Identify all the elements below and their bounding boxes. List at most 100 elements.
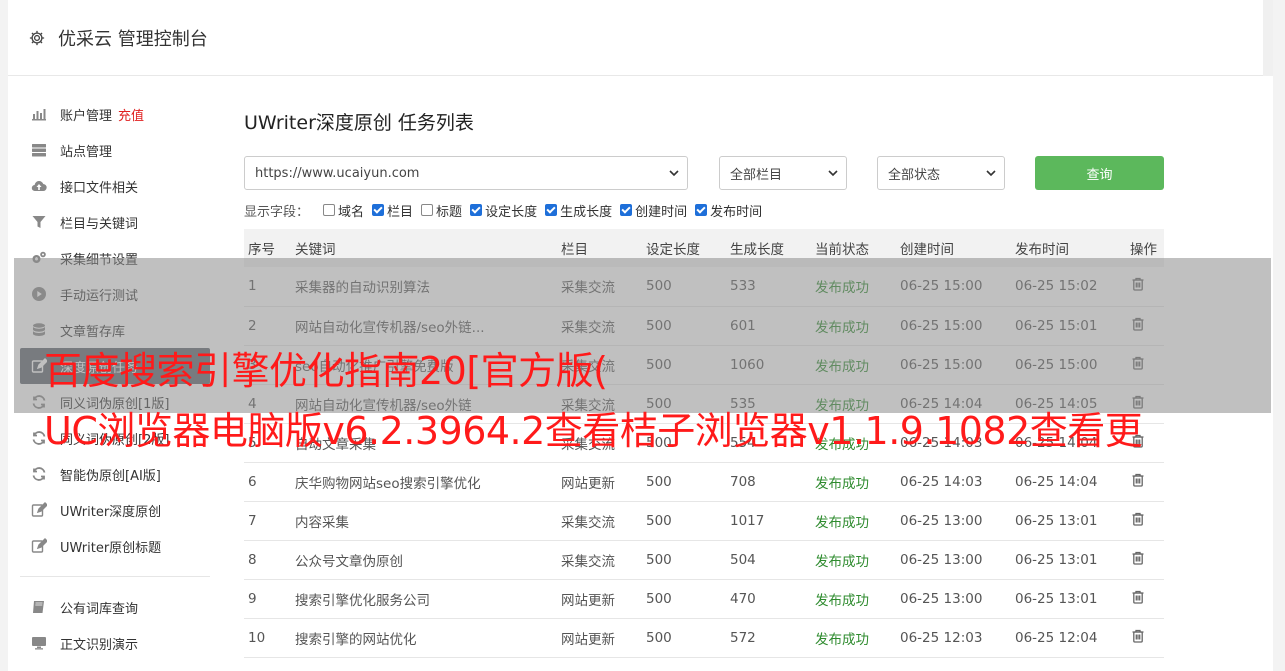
- trash-icon[interactable]: [1130, 589, 1146, 605]
- status-select[interactable]: 全部状态: [877, 156, 1005, 190]
- table-cell: 网站更新: [561, 592, 615, 609]
- display-fields-label: 显示字段：: [244, 204, 310, 220]
- site-select[interactable]: https://www.ucaiyun.com: [244, 156, 688, 190]
- field-checkbox-3[interactable]: 设定长度: [470, 201, 537, 220]
- checkbox-label: 生成长度: [560, 204, 613, 220]
- scrollbar[interactable]: [1263, 0, 1273, 76]
- server-icon: [30, 141, 48, 159]
- column-select[interactable]: 全部栏目: [719, 156, 847, 190]
- table-cell: 发布成功: [815, 553, 869, 570]
- console-title: 优采云 管理控制台: [58, 28, 208, 50]
- table-cell: 500: [646, 551, 672, 568]
- table-cell: 06-25 13:00: [900, 590, 983, 607]
- table-cell: 06-25 13:01: [1015, 590, 1098, 607]
- edit-icon: [30, 501, 48, 519]
- checkbox-box[interactable]: [545, 204, 558, 216]
- status-select-value: 全部状态: [888, 167, 941, 183]
- book-icon: [30, 598, 48, 616]
- field-checkbox-4[interactable]: 生成长度: [545, 201, 612, 220]
- ad-overlay-line-2: UC浏览器电脑版v6.2.3964.2查看桔子浏览器v1.1.9.1082查看更: [44, 409, 1143, 453]
- checkbox-label: 创建时间: [635, 204, 688, 220]
- field-checkbox-1[interactable]: 栏目: [372, 201, 413, 220]
- query-button[interactable]: 查询: [1035, 156, 1164, 190]
- ad-overlay-line-1: 百度搜索引擎优化指南20[官方版(: [44, 349, 608, 393]
- bar-chart-icon: [30, 105, 48, 123]
- table-cell: 采集交流: [561, 514, 615, 531]
- table-cell: 内容采集: [295, 514, 349, 531]
- checkbox-box[interactable]: [695, 204, 708, 216]
- delete-action[interactable]: [1126, 618, 1164, 657]
- checkbox-box[interactable]: [372, 204, 385, 216]
- table-cell: 500: [646, 512, 672, 529]
- table-cell: 500: [646, 629, 672, 646]
- table-cell: 7: [248, 512, 257, 529]
- delete-action[interactable]: [1126, 462, 1164, 501]
- table-cell: 06-25 13:01: [1015, 551, 1098, 568]
- checkbox-box[interactable]: [323, 204, 336, 216]
- table-row: 7 内容采集 采集交流 500 1017 发布成功 06-25 13:00 06-25 13:…: [244, 501, 1164, 540]
- sidebar-item-3[interactable]: 栏目与关键词: [20, 204, 210, 240]
- table-cell: 06-25 13:00: [900, 551, 983, 568]
- table-cell: 发布成功: [815, 592, 869, 609]
- display-fields: 显示字段： 域名 栏目 标题 设定长度 生成长度 创建时间 发布时间: [244, 201, 1164, 220]
- table-cell: 500: [646, 473, 672, 490]
- monitor-icon: [30, 634, 48, 652]
- table-cell: 采集交流: [561, 553, 615, 570]
- checkbox-label: 域名: [338, 204, 365, 220]
- table-cell: 8: [248, 551, 257, 568]
- table-cell: 06-25 12:03: [900, 629, 983, 646]
- trash-icon[interactable]: [1130, 511, 1146, 527]
- table-cell: 发布成功: [815, 475, 869, 492]
- table-cell: 搜索引擎优化服务公司: [295, 592, 430, 609]
- field-checkbox-6[interactable]: 发布时间: [695, 201, 762, 220]
- table-cell: 庆华购物网站seo搜索引擎优化: [295, 475, 481, 492]
- table-cell: 搜索引擎的网站优化: [295, 631, 417, 648]
- table-cell: 06-25 14:04: [1015, 473, 1098, 490]
- table-row: 10 搜索引擎的网站优化 网站更新 500 572 发布成功 06-25 12:03 06-2…: [244, 618, 1164, 657]
- delete-action[interactable]: [1126, 579, 1164, 618]
- table-row: 8 公众号文章伪原创 采集交流 500 504 发布成功 06-25 13:00 06-25 …: [244, 540, 1164, 579]
- table-cell: 6: [248, 473, 257, 490]
- field-checkbox-5[interactable]: 创建时间: [620, 201, 687, 220]
- gear-icon: [29, 30, 45, 45]
- chevron-down-icon: [828, 170, 838, 177]
- chevron-down-icon: [669, 170, 679, 177]
- field-checkbox-2[interactable]: 标题: [421, 201, 462, 220]
- delete-action[interactable]: [1126, 540, 1164, 579]
- sidebar-item-14[interactable]: 正文识别演示: [20, 625, 210, 661]
- checkbox-box[interactable]: [421, 204, 434, 216]
- table-cell: 504: [730, 551, 756, 568]
- table-cell: 572: [730, 629, 756, 646]
- sidebar-divider: [20, 576, 210, 577]
- table-cell: 06-25 13:01: [1015, 512, 1098, 529]
- sidebar-item-label: 智能伪原创[AI版]: [60, 468, 161, 484]
- sidebar-item-11[interactable]: UWriter深度原创: [20, 492, 210, 528]
- table-row: 9 搜索引擎优化服务公司 网站更新 500 470 发布成功 06-25 13:00 06-2…: [244, 579, 1164, 618]
- field-checkbox-0[interactable]: 域名: [323, 201, 364, 220]
- trash-icon[interactable]: [1130, 628, 1146, 644]
- table-cell: 708: [730, 473, 756, 490]
- table-cell: 06-25 12:04: [1015, 629, 1098, 646]
- site-select-value: https://www.ucaiyun.com: [255, 165, 420, 181]
- table-cell: 发布成功: [815, 631, 869, 648]
- sidebar-item-2[interactable]: 接口文件相关: [20, 168, 210, 204]
- recharge-link[interactable]: 充值: [118, 105, 144, 124]
- checkbox-label: 栏目: [387, 204, 414, 220]
- table-row: 6 庆华购物网站seo搜索引擎优化 网站更新 500 708 发布成功 06-25 14:0…: [244, 462, 1164, 501]
- sidebar-item-10[interactable]: 智能伪原创[AI版]: [20, 456, 210, 492]
- trash-icon[interactable]: [1130, 472, 1146, 488]
- filter-bar: https://www.ucaiyun.com 全部栏目 全部状态 查询: [244, 156, 1164, 190]
- delete-action[interactable]: [1126, 501, 1164, 540]
- column-select-value: 全部栏目: [730, 167, 783, 183]
- cloud-upload-icon: [30, 177, 48, 195]
- table-cell: 公众号文章伪原创: [295, 553, 403, 570]
- checkbox-box[interactable]: [470, 204, 483, 216]
- sidebar-item-0[interactable]: 账户管理 充值: [20, 96, 210, 132]
- trash-icon[interactable]: [1130, 550, 1146, 566]
- top-bar: 优采云 管理控制台: [8, 0, 1273, 76]
- sidebar-item-13[interactable]: 公有词库查询: [20, 589, 210, 625]
- sidebar-item-1[interactable]: 站点管理: [20, 132, 210, 168]
- checkbox-box[interactable]: [620, 204, 633, 216]
- sidebar-item-label: 账户管理: [60, 108, 113, 124]
- sidebar-item-12[interactable]: UWriter原创标题: [20, 528, 210, 564]
